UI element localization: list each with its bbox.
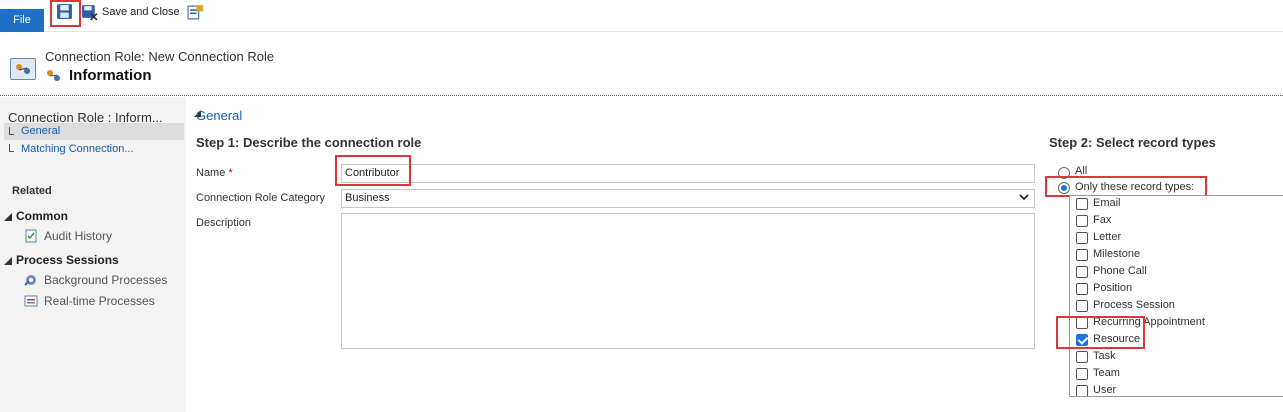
category-label: Connection Role Category bbox=[196, 192, 326, 204]
record-type-label: Team bbox=[1093, 367, 1120, 379]
record-type-row[interactable]: Phone Call bbox=[1076, 265, 1276, 282]
name-input[interactable]: Contributor bbox=[341, 164, 1035, 183]
nav-group-common[interactable]: Common bbox=[16, 209, 68, 223]
record-type-label: Resource bbox=[1093, 333, 1141, 345]
record-types-list[interactable]: Email Fax Letter Milestone Phone Call Positio… bbox=[1069, 195, 1283, 397]
nav-item-matching-connection[interactable]: Matching Connection... bbox=[21, 143, 134, 155]
audit-history-icon bbox=[25, 229, 37, 243]
record-type-label: Task bbox=[1093, 350, 1116, 362]
form-selector-icon[interactable] bbox=[45, 68, 62, 83]
nav-related-heading: Related bbox=[12, 185, 52, 197]
collapse-triangle-icon[interactable] bbox=[4, 213, 12, 221]
description-label: Description bbox=[196, 217, 252, 229]
collapse-triangle-icon[interactable] bbox=[4, 257, 12, 265]
record-type-checkbox[interactable] bbox=[1076, 215, 1088, 227]
nav-group-process-sessions[interactable]: Process Sessions bbox=[16, 253, 119, 267]
form-editor-icon[interactable] bbox=[187, 4, 204, 21]
record-type-row[interactable]: Resource bbox=[1076, 333, 1276, 350]
record-type-label: Email bbox=[1093, 197, 1121, 209]
record-type-row[interactable]: User bbox=[1076, 384, 1276, 396]
record-type-checkbox[interactable] bbox=[1076, 249, 1088, 261]
record-type-row[interactable]: Recurring Appointment bbox=[1076, 316, 1276, 333]
description-textarea[interactable] bbox=[341, 213, 1035, 349]
realtime-processes-icon bbox=[24, 295, 38, 307]
background-processes-icon bbox=[24, 275, 36, 286]
record-type-checkbox[interactable] bbox=[1076, 368, 1088, 380]
record-type-row[interactable]: Process Session bbox=[1076, 299, 1276, 316]
record-type-label: Milestone bbox=[1093, 248, 1141, 260]
record-type-checkbox[interactable] bbox=[1076, 385, 1088, 396]
nav-item-general[interactable]: General bbox=[21, 125, 60, 137]
record-type-row[interactable]: Milestone bbox=[1076, 248, 1276, 265]
category-selected-value: Business bbox=[345, 192, 390, 204]
nav-item-audit-history[interactable]: Audit History bbox=[44, 229, 112, 243]
nav-item-background-processes[interactable]: Background Processes bbox=[44, 273, 167, 287]
step1-heading: Step 1: Describe the connection role bbox=[196, 135, 422, 150]
save-and-close-button[interactable]: Save and Close bbox=[102, 6, 180, 18]
record-type-label: Recurring Appointment bbox=[1093, 316, 1205, 328]
radio-only-label: Only these record types: bbox=[1075, 181, 1195, 193]
tree-connector bbox=[9, 127, 14, 135]
section-general[interactable]: General bbox=[196, 108, 242, 123]
form-header bbox=[0, 33, 1283, 96]
record-type-label: Position bbox=[1093, 282, 1133, 294]
record-type-label: Letter bbox=[1093, 231, 1122, 243]
record-type-checkbox[interactable] bbox=[1076, 232, 1088, 244]
radio-all-label: All bbox=[1075, 165, 1088, 177]
category-select[interactable]: Business bbox=[341, 189, 1035, 208]
record-type-checkbox[interactable] bbox=[1076, 283, 1088, 295]
name-label: Name * bbox=[196, 167, 233, 179]
record-type-label: Fax bbox=[1093, 214, 1112, 226]
record-type-label: Process Session bbox=[1093, 299, 1175, 311]
record-type-checkbox[interactable] bbox=[1076, 198, 1088, 210]
record-type-checkbox[interactable] bbox=[1076, 300, 1088, 312]
record-type-row[interactable]: Team bbox=[1076, 367, 1276, 384]
radio-only-these[interactable] bbox=[1058, 182, 1070, 194]
record-type-checkbox[interactable] bbox=[1076, 317, 1088, 329]
nav-item-realtime-processes[interactable]: Real-time Processes bbox=[44, 294, 155, 308]
chevron-down-icon bbox=[1019, 194, 1029, 201]
record-type-checkbox[interactable] bbox=[1076, 334, 1088, 346]
record-type-checkbox[interactable] bbox=[1076, 266, 1088, 278]
record-type-row[interactable]: Position bbox=[1076, 282, 1276, 299]
file-button[interactable]: File bbox=[0, 9, 44, 32]
connection-role-entity-icon bbox=[10, 58, 36, 80]
radio-all[interactable] bbox=[1058, 167, 1070, 179]
entity-record-label: Connection Role: New Connection Role bbox=[45, 49, 275, 64]
record-type-label: User bbox=[1093, 384, 1117, 396]
command-bar: File Save and Close bbox=[0, 0, 1283, 32]
save-close-icon[interactable] bbox=[81, 4, 98, 21]
required-mark: * bbox=[228, 167, 233, 179]
step2-heading: Step 2: Select record types bbox=[1049, 135, 1216, 150]
tree-connector bbox=[9, 144, 14, 152]
record-type-row[interactable]: Task bbox=[1076, 350, 1276, 367]
record-type-row[interactable]: Email bbox=[1076, 197, 1276, 214]
record-type-label: Phone Call bbox=[1093, 265, 1147, 277]
record-type-row[interactable]: Fax bbox=[1076, 214, 1276, 231]
form-title[interactable]: Information bbox=[69, 67, 152, 84]
record-type-row[interactable]: Letter bbox=[1076, 231, 1276, 248]
record-type-checkbox[interactable] bbox=[1076, 351, 1088, 363]
save-icon[interactable] bbox=[56, 3, 73, 20]
